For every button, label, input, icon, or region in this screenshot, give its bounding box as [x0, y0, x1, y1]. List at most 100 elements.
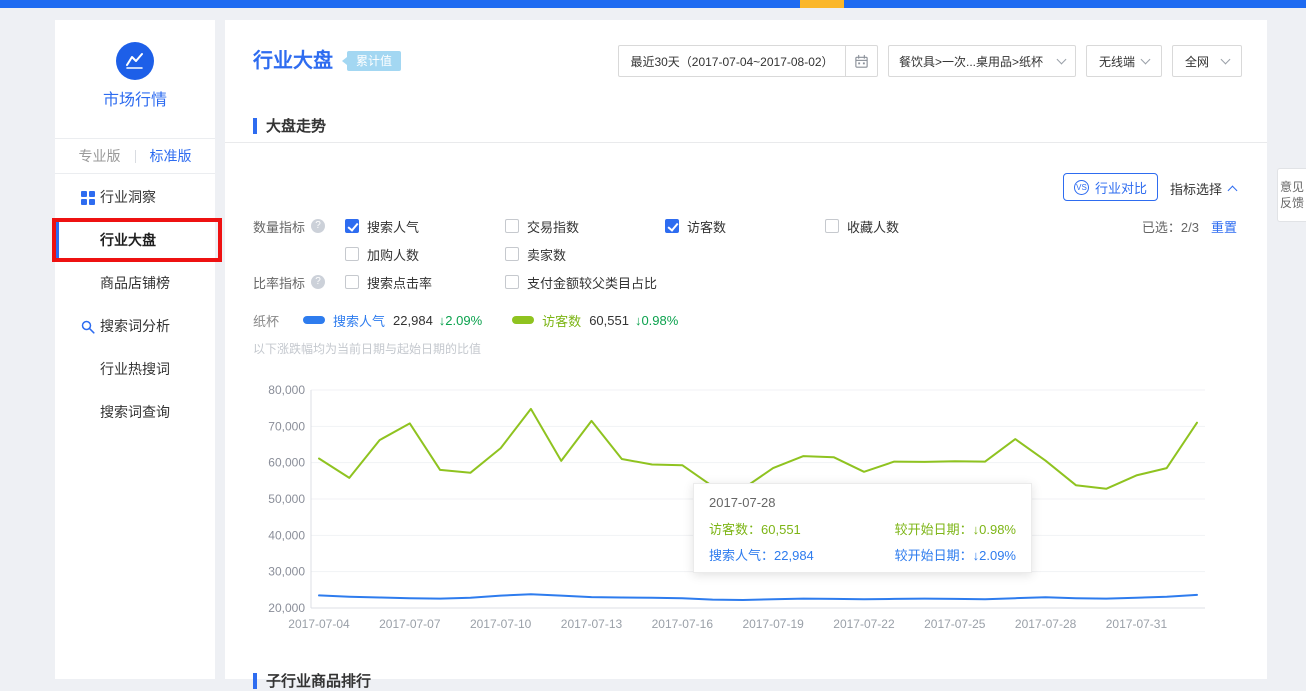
chevron-down-icon: [1221, 55, 1231, 65]
metric-checkbox-item[interactable]: 卖家数: [505, 245, 665, 264]
page-title: 行业大盘: [253, 44, 333, 73]
legend-category: 纸杯: [253, 311, 279, 330]
sidebar-menu: 行业洞察 行业大盘 商品店铺榜 搜索词分析 行业热搜词 搜索词查询: [55, 176, 215, 434]
filter-items: 搜索点击率 支付金额较父类目占比: [345, 273, 667, 292]
metric-checkbox-item[interactable]: 交易指数: [505, 217, 665, 236]
x-axis-tick: 2017-07-04: [288, 617, 350, 631]
metric-checkbox-item[interactable]: 收藏人数: [825, 217, 985, 236]
checkbox-label: 搜索人气: [367, 217, 419, 236]
x-axis-tick: 2017-07-28: [1015, 617, 1077, 631]
industry-compare-button[interactable]: VS 行业对比: [1063, 173, 1158, 201]
metric-checkbox-item[interactable]: 搜索人气: [345, 217, 505, 236]
tooltip-date: 2017-07-28: [709, 495, 1016, 510]
tooltip-row-search-popularity: 搜索人气：22,984 较开始日期：↓2.09%: [709, 545, 1016, 564]
visitors-series-marker[interactable]: [512, 316, 534, 324]
reset-link[interactable]: 重置: [1211, 217, 1237, 236]
tooltip-row-visitors: 访客数：60,551 较开始日期：↓0.98%: [709, 519, 1016, 538]
divider: [135, 150, 136, 163]
insight-grid-icon: [81, 191, 95, 205]
top-nav-bar: [0, 0, 1306, 8]
tooltip-right: 较开始日期：↓0.98%: [895, 519, 1016, 538]
feedback-tab[interactable]: 意见反馈: [1277, 168, 1306, 222]
terminal-dropdown[interactable]: 无线端: [1086, 45, 1162, 77]
search-analysis-icon: [81, 320, 95, 334]
series-name: 访客数: [542, 311, 581, 330]
version-tabs: 专业版 标准版: [55, 139, 215, 173]
active-tab-indicator: [800, 0, 844, 8]
vs-icon: VS: [1074, 180, 1089, 195]
checkbox-unchecked[interactable]: [825, 219, 839, 233]
sidebar-item-label: 搜索词查询: [100, 404, 170, 420]
checkbox-label: 加购人数: [367, 245, 419, 264]
chart-note: 以下涨跌幅均为当前日期与起始日期的比值: [253, 340, 481, 357]
help-icon[interactable]: ?: [311, 219, 325, 233]
x-axis-tick: 2017-07-07: [379, 617, 441, 631]
selection-summary: 已选：2/3 重置: [1142, 212, 1237, 240]
scope-value: 全网: [1185, 53, 1209, 70]
filter-items: 加购人数 卖家数: [345, 245, 665, 264]
trend-chart-area[interactable]: 20,00030,00040,00050,00060,00070,00080,0…: [253, 376, 1223, 634]
terminal-value: 无线端: [1099, 53, 1135, 70]
next-section-header: 子行业商品排行: [253, 670, 371, 691]
tooltip-left: 访客数：60,551: [709, 519, 801, 538]
section-marker: [253, 673, 257, 689]
sidebar-item-search-term-analysis[interactable]: 搜索词分析: [55, 305, 215, 348]
sidebar-item-industry-dashboard[interactable]: 行业大盘: [55, 219, 215, 262]
divider: [55, 173, 215, 174]
series-name: 搜索人气: [333, 311, 385, 330]
checkbox-unchecked[interactable]: [505, 219, 519, 233]
metric-checkbox-item[interactable]: 加购人数: [345, 245, 505, 264]
metric-checkbox-item[interactable]: 访客数: [665, 217, 825, 236]
sidebar-item-industry-insight[interactable]: 行业洞察: [55, 176, 215, 219]
checkbox-unchecked[interactable]: [345, 247, 359, 261]
checkbox-label: 收藏人数: [847, 217, 899, 236]
checkbox-label: 交易指数: [527, 217, 579, 236]
x-axis-tick: 2017-07-13: [561, 617, 623, 631]
main-content: 行业大盘 累计值 最近30天（2017-07-04~2017-08-02） 餐饮…: [225, 20, 1267, 679]
section-marker: [253, 118, 257, 134]
visitors-line[interactable]: [319, 409, 1197, 489]
checkbox-checked[interactable]: [345, 219, 359, 233]
metric-selector-toggle[interactable]: 指标选择: [1170, 179, 1236, 198]
series-value: 60,551: [589, 313, 629, 328]
metric-checkbox-item[interactable]: 支付金额较父类目占比: [505, 273, 667, 292]
search_popularity-line[interactable]: [319, 594, 1197, 600]
sidebar-item-label: 行业热搜词: [100, 361, 170, 377]
category-dropdown[interactable]: 餐饮具>一次...桌用品>纸杯: [888, 45, 1076, 77]
sidebar-item-hot-search-terms[interactable]: 行业热搜词: [55, 348, 215, 391]
next-section-title: 子行业商品排行: [266, 670, 371, 691]
category-value: 餐饮具>一次...桌用品>纸杯: [899, 53, 1043, 70]
sidebar: 市场行情 专业版 标准版 行业洞察 行业大盘 商品店铺榜 搜索: [55, 20, 215, 679]
sidebar-item-search-term-query[interactable]: 搜索词查询: [55, 391, 215, 434]
y-axis-tick: 50,000: [268, 492, 305, 506]
app-title: 市场行情: [55, 86, 215, 110]
series-value: 22,984: [393, 313, 433, 328]
trend-glyph: [124, 50, 146, 72]
section-header: 大盘走势: [253, 115, 326, 136]
tab-standard[interactable]: 标准版: [150, 146, 192, 166]
filter-group: 数量指标?: [253, 217, 345, 236]
date-range-selector[interactable]: 最近30天（2017-07-04~2017-08-02）: [618, 45, 846, 77]
y-axis-tick: 80,000: [268, 383, 305, 397]
calendar-icon: [854, 54, 869, 69]
sidebar-item-label: 行业大盘: [100, 232, 156, 248]
help-icon[interactable]: ?: [311, 275, 325, 289]
sidebar-item-product-shop-rank[interactable]: 商品店铺榜: [55, 262, 215, 305]
x-axis-tick: 2017-07-10: [470, 617, 532, 631]
checkbox-unchecked[interactable]: [505, 275, 519, 289]
metric-checkbox-item[interactable]: 搜索点击率: [345, 273, 505, 292]
x-axis-tick: 2017-07-19: [742, 617, 804, 631]
calendar-button[interactable]: [845, 45, 878, 77]
tab-professional[interactable]: 专业版: [79, 146, 121, 166]
checkbox-unchecked[interactable]: [505, 247, 519, 261]
checkbox-unchecked[interactable]: [345, 275, 359, 289]
selected-count: 已选：2/3: [1142, 217, 1199, 236]
checkbox-checked[interactable]: [665, 219, 679, 233]
search-popularity-series-marker[interactable]: [303, 316, 325, 324]
scope-dropdown[interactable]: 全网: [1172, 45, 1242, 77]
checkbox-label: 卖家数: [527, 245, 566, 264]
market-quotes-logo-icon: [116, 42, 154, 80]
checkbox-label: 支付金额较父类目占比: [527, 273, 657, 292]
checkbox-label: 访客数: [687, 217, 726, 236]
date-range-text: 最近30天（2017-07-04~2017-08-02）: [630, 53, 833, 70]
